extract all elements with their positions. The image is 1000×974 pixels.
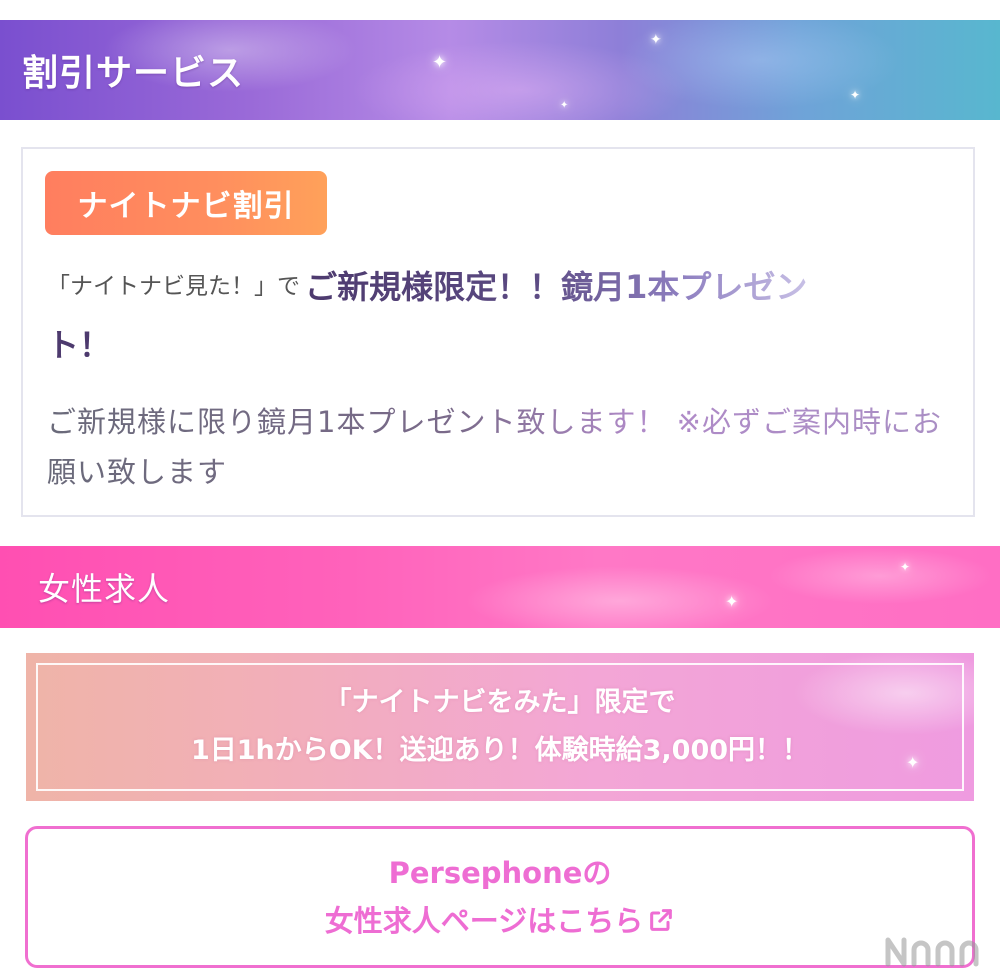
recruit-banner-line1: 「ナイトナビをみた」限定で — [324, 687, 676, 718]
headline-quote: 「ナイトナビ見た！」で — [47, 273, 300, 300]
discount-description: ご新規様に限り鏡月1本プレゼント致します！ ※必ずご案内時にお願い致します — [47, 397, 957, 497]
link-line1: Persephoneの — [388, 856, 612, 890]
link-line2: 女性求人ページはこちら — [325, 897, 675, 945]
sparkle-icon: ✦ — [432, 52, 448, 73]
sparkle-icon: ✦ — [725, 592, 739, 611]
recruit-banner[interactable]: 「ナイトナビをみた」限定で 1日1hからOK！送迎あり！体験時給3,000円！！… — [26, 653, 974, 801]
discount-section-title: 割引サービス — [22, 53, 245, 94]
sparkle-icon: ✦ — [560, 100, 569, 111]
sparkle-icon: ✦ — [650, 32, 662, 48]
women-section-header: 女性求人 ✦ ✦ — [0, 546, 1000, 628]
discount-card: ナイトナビ割引 「ナイトナビ見た！」で ご新規様限定！！鏡月1本プレゼン ト！ … — [21, 147, 975, 517]
discount-headline: 「ナイトナビ見た！」で ご新規様限定！！鏡月1本プレゼン ト！ — [47, 257, 957, 380]
external-link-icon — [650, 909, 673, 931]
recruit-banner-line2: 1日1hからOK！送迎あり！体験時給3,000円！！ — [190, 735, 810, 766]
recruit-page-link[interactable]: Persephoneの 女性求人ページはこちら — [25, 826, 975, 968]
discount-badge: ナイトナビ割引 — [45, 171, 327, 235]
headline-main: ご新規様限定！！鏡月1本プレゼン — [305, 267, 808, 306]
sparkle-icon: ✦ — [900, 560, 911, 574]
women-section-title: 女性求人 — [38, 570, 171, 608]
sparkle-icon: ✦ — [850, 88, 861, 102]
site-logo-watermark-icon — [885, 937, 979, 967]
link-line2-text: 女性求人ページはこちら — [324, 904, 644, 938]
sparkle-icon: ✦ — [906, 753, 920, 772]
discount-section-header: 割引サービス ✦ ✦ ✦ ✦ — [0, 20, 1000, 120]
recruit-banner-frame: 「ナイトナビをみた」限定で 1日1hからOK！送迎あり！体験時給3,000円！！ — [36, 663, 964, 791]
headline-wrap: ト！ — [47, 325, 112, 364]
